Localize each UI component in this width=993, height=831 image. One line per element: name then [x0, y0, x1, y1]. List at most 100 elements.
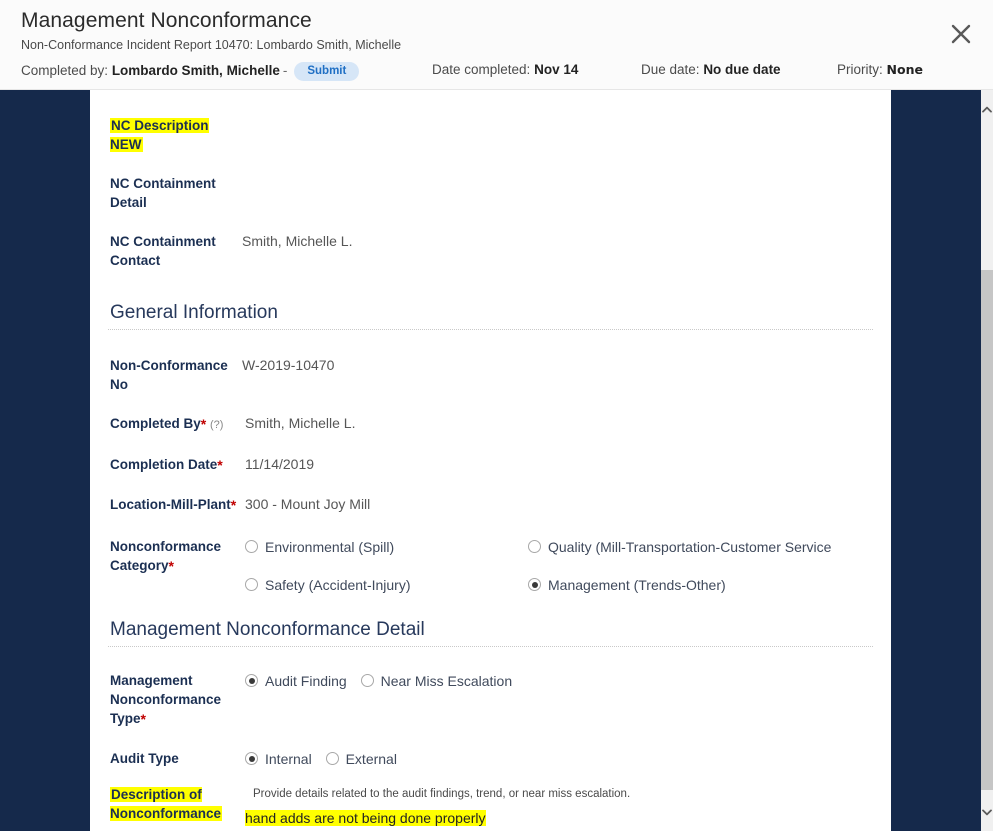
field-row-management-nonconformance-type: Management Nonconformance Type* Audit Fi… — [90, 671, 891, 729]
form-scroll-container[interactable]: NC Description NEW NC Containment Detail… — [90, 90, 891, 831]
field-value-location-mill-plant: 300 - Mount Joy Mill — [245, 496, 371, 512]
submit-button[interactable]: Submit — [294, 62, 360, 81]
right-backdrop — [891, 90, 981, 831]
radio-internal[interactable]: Internal — [245, 749, 312, 769]
description-value-text: hand adds are not being done properly — [245, 810, 486, 826]
field-label-non-conformance-no: Non-Conformance No — [110, 358, 228, 392]
field-row-location-mill-plant: Location-Mill-Plant* 300 - Mount Joy Mil… — [90, 495, 891, 515]
radio-near-miss-escalation[interactable]: Near Miss Escalation — [360, 671, 513, 691]
due-date-label: Due date: — [641, 62, 700, 77]
management-type-label-text: Management Nonconformance Type — [110, 673, 222, 726]
field-label-nonconformance-category: Nonconformance Category* — [90, 537, 242, 576]
priority-label: Priority: — [837, 62, 883, 77]
radio-label: Internal — [265, 751, 312, 767]
location-mill-plant-label-text: Location-Mill-Plant — [110, 497, 231, 512]
radio-label: Environmental (Spill) — [265, 539, 395, 555]
section-title-management-nonconformance-detail: Management Nonconformance Detail — [110, 619, 425, 640]
field-row-description-of-nonconformance: Description of Nonconformance Provide de… — [90, 785, 891, 828]
radio-circle-icon — [245, 578, 258, 591]
description-label-text: Description of Nonconformance — [110, 787, 223, 821]
radio-audit-finding[interactable]: Audit Finding — [245, 671, 347, 691]
field-value-nc-containment-contact: Smith, Michelle L. — [242, 233, 353, 249]
vertical-scrollbar[interactable] — [981, 90, 993, 831]
radio-label: Safety (Accident-Injury) — [265, 577, 411, 593]
close-icon[interactable] — [943, 16, 979, 52]
nonconformance-form: NC Description NEW NC Containment Detail… — [90, 90, 891, 831]
field-label-nc-containment-detail: NC Containment Detail — [110, 176, 216, 210]
due-date-value[interactable]: No due date — [703, 62, 780, 77]
field-row-non-conformance-no: Non-Conformance No W-2019-10470 — [90, 356, 891, 394]
field-label-completion-date: Completion Date* — [90, 455, 242, 475]
priority-value[interactable]: None — [887, 62, 923, 77]
required-asterisk: * — [168, 558, 174, 574]
completion-date-label-text: Completion Date — [110, 457, 218, 472]
help-icon[interactable]: (?) — [210, 419, 223, 431]
separator-dash: - — [282, 63, 288, 78]
field-label-management-nonconformance-type: Management Nonconformance Type* — [90, 671, 242, 729]
section-divider — [108, 646, 873, 647]
field-row-completion-date: Completion Date* 11/14/2019 — [90, 455, 891, 475]
radio-circle-selected-icon — [245, 752, 258, 765]
field-value-completion-date: 11/14/2019 — [245, 456, 315, 472]
field-value-completed-by: Smith, Michelle L. — [245, 415, 356, 431]
date-completed-group: Date completed: Nov 14 — [432, 62, 578, 77]
nonconformance-category-options: Environmental (Spill) Quality (Mill-Tran… — [242, 537, 891, 595]
required-asterisk: * — [217, 457, 223, 473]
page-title: Management Nonconformance — [21, 9, 312, 32]
radio-label: Quality (Mill-Transportation-Customer Se… — [548, 539, 832, 555]
section-general-information: General Information — [90, 302, 891, 330]
radio-circle-selected-icon — [528, 578, 541, 591]
radio-label: Management (Trends-Other) — [548, 577, 726, 593]
field-row-nc-containment-detail: NC Containment Detail — [90, 174, 891, 212]
radio-quality[interactable]: Quality (Mill-Transportation-Customer Se… — [528, 537, 858, 557]
radio-safety-accident-injury[interactable]: Safety (Accident-Injury) — [245, 575, 528, 595]
required-asterisk: * — [200, 416, 207, 432]
management-type-options: Audit Finding Near Miss Escalation — [242, 671, 891, 691]
field-label-audit-type: Audit Type — [110, 751, 179, 766]
required-asterisk: * — [230, 497, 237, 513]
audit-type-options: Internal External — [242, 749, 891, 769]
completed-by-label: Completed by: — [21, 63, 109, 78]
left-backdrop — [0, 90, 90, 831]
priority-group: Priority: None — [837, 62, 923, 77]
field-label-nc-containment-contact: NC Containment Contact — [110, 234, 216, 268]
description-value[interactable]: hand adds are not being done properly — [245, 809, 891, 828]
radio-management-trends-other[interactable]: Management (Trends-Other) — [528, 575, 858, 595]
page-subtitle: Non-Conformance Incident Report 10470: L… — [21, 38, 402, 52]
completed-by-label-text: Completed By — [110, 416, 201, 431]
description-hint: Provide details related to the audit fin… — [253, 788, 631, 800]
nonconformance-category-label-text: Nonconformance Category — [110, 539, 222, 573]
radio-circle-selected-icon — [245, 674, 258, 687]
section-management-nonconformance-detail: Management Nonconformance Detail — [90, 619, 891, 647]
date-completed-value[interactable]: Nov 14 — [534, 62, 578, 77]
due-date-group: Due date: No due date — [641, 62, 781, 77]
nc-description-label-text: NC Description NEW — [110, 118, 209, 152]
completed-by-group: Completed by: Lombardo Smith, Michelle - S… — [21, 62, 360, 81]
field-label-description-of-nonconformance: Description of Nonconformance — [90, 785, 242, 823]
description-of-nonconformance-field: Provide details related to the audit fin… — [242, 785, 891, 828]
field-row-nc-description: NC Description NEW — [90, 116, 891, 154]
completed-by-value: Lombardo Smith, Michelle — [111, 63, 280, 78]
field-row-completed-by: Completed By* (?) Smith, Michelle L. — [90, 414, 891, 435]
scroll-up-icon[interactable] — [981, 98, 993, 120]
incident-report-modal: Management Nonconformance Non-Conformanc… — [0, 0, 993, 831]
modal-header: Management Nonconformance Non-Conformanc… — [0, 0, 993, 90]
field-label-location-mill-plant: Location-Mill-Plant* — [90, 495, 242, 515]
scrollbar-thumb[interactable] — [981, 270, 993, 790]
radio-circle-icon — [325, 752, 339, 765]
field-label-completed-by: Completed By* (?) — [90, 414, 242, 435]
required-asterisk: * — [140, 711, 146, 727]
radio-external[interactable]: External — [325, 749, 397, 769]
field-row-nonconformance-category: Nonconformance Category* Environmental (… — [90, 537, 891, 595]
radio-circle-icon — [245, 540, 258, 553]
modal-body: NC Description NEW NC Containment Detail… — [0, 90, 993, 831]
date-completed-label: Date completed: — [432, 62, 531, 77]
field-label-nc-description: NC Description NEW — [90, 116, 242, 154]
field-row-audit-type: Audit Type Internal External — [90, 749, 891, 769]
radio-label: Near Miss Escalation — [380, 673, 513, 689]
radio-circle-icon — [360, 674, 374, 687]
radio-environmental-spill[interactable]: Environmental (Spill) — [245, 537, 528, 557]
field-row-nc-containment-contact: NC Containment Contact Smith, Michelle L… — [90, 232, 891, 270]
scroll-down-icon[interactable] — [981, 801, 993, 823]
radio-label: Audit Finding — [265, 673, 347, 689]
